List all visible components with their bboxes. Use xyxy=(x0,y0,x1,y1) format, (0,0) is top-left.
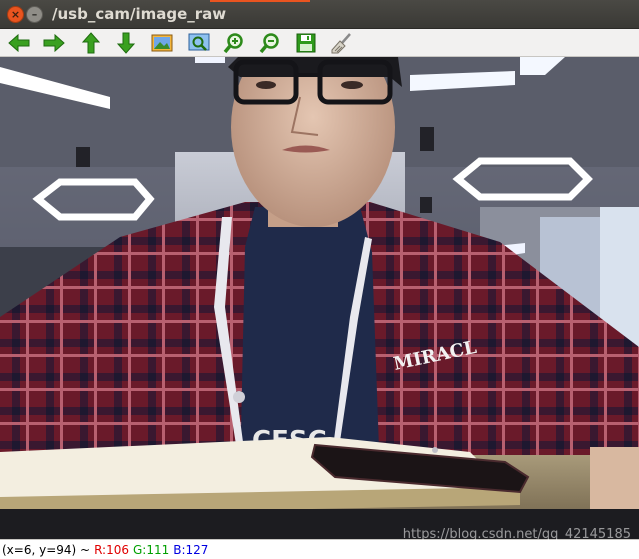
pixel-blue-value: B:127 xyxy=(173,542,209,557)
down-button[interactable] xyxy=(114,32,138,54)
arrow-right-icon xyxy=(43,34,65,52)
save-button[interactable] xyxy=(294,32,318,54)
close-button[interactable]: × xyxy=(7,6,24,23)
pixel-green-value: G:111 xyxy=(133,542,170,557)
zoom-out-button[interactable] xyxy=(258,32,282,54)
arrow-left-icon xyxy=(8,34,30,52)
pixel-red-value: R:106 xyxy=(94,542,129,557)
title-bar[interactable]: × – /usb_cam/image_raw xyxy=(0,0,639,29)
status-bar: (x=6, y=94) ~ R:106 G:111 B:127 xyxy=(0,539,639,559)
title-accent xyxy=(210,0,310,2)
toolbar xyxy=(0,29,639,57)
arrow-up-icon xyxy=(82,32,100,54)
arrow-down-icon xyxy=(117,32,135,54)
clear-brush-icon xyxy=(331,33,351,54)
window-title: /usb_cam/image_raw xyxy=(52,5,227,23)
back-button[interactable] xyxy=(7,32,31,54)
forward-button[interactable] xyxy=(42,32,66,54)
image-icon xyxy=(151,34,173,52)
close-icon: × xyxy=(10,8,21,21)
zoom-out-icon xyxy=(259,33,279,54)
zoom-fit-button[interactable] xyxy=(187,32,211,54)
clear-button[interactable] xyxy=(330,32,354,54)
camera-image-view[interactable]: MIRACL CESC xyxy=(0,57,639,539)
cursor-coords: (x=6, y=94) ~ xyxy=(2,542,91,557)
zoom-fit-icon xyxy=(188,33,210,51)
zoom-in-icon xyxy=(223,33,243,54)
minimize-button[interactable]: – xyxy=(26,6,43,23)
camera-frame: MIRACL CESC xyxy=(0,57,639,539)
zoom-in-button[interactable] xyxy=(222,32,246,54)
watermark: https://blog.csdn.net/qq_42145185 xyxy=(402,527,631,542)
image-button[interactable] xyxy=(150,32,174,54)
up-button[interactable] xyxy=(79,32,103,54)
minimize-icon: – xyxy=(31,8,38,21)
save-icon xyxy=(296,33,316,53)
